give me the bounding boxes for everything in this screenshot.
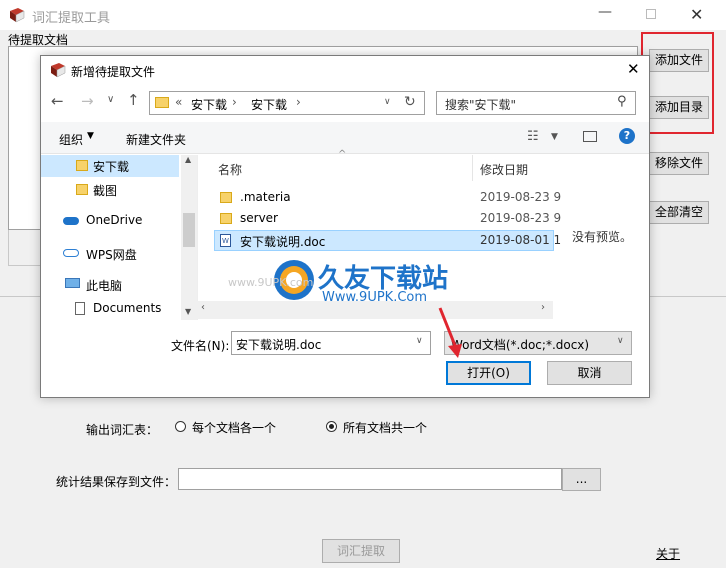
scroll-up-icon[interactable]: ▲ xyxy=(185,155,191,164)
main-title-bar: 词汇提取工具 — ✕ xyxy=(0,0,726,30)
document-icon xyxy=(75,302,85,315)
file-name: .materia xyxy=(240,190,291,204)
file-name: server xyxy=(240,211,278,225)
view-options-icon[interactable]: ☷ xyxy=(527,129,539,144)
file-row[interactable]: server 2019-08-23 9 xyxy=(214,209,561,229)
folder-icon xyxy=(220,213,232,224)
address-dropdown-icon[interactable]: ∨ xyxy=(384,97,391,107)
file-date: 2019-08-23 9 xyxy=(480,211,562,225)
history-chevron-icon[interactable]: ∨ xyxy=(107,94,114,105)
radio-each-doc-label[interactable]: 每个文档各一个 xyxy=(192,419,276,436)
column-divider xyxy=(472,155,473,181)
browse-button[interactable]: ... xyxy=(562,468,601,491)
red-arrow-icon xyxy=(438,307,462,358)
breadcrumb-item[interactable]: 安下载 xyxy=(191,96,227,113)
breadcrumb-prefix: « xyxy=(175,95,183,109)
folder-icon xyxy=(155,97,169,108)
scroll-left-icon[interactable]: ‹ xyxy=(201,302,205,313)
word-doc-icon: W xyxy=(220,234,231,247)
new-folder-button[interactable]: 新建文件夹 xyxy=(126,131,186,148)
tree-item-this-pc[interactable]: 此电脑 xyxy=(86,277,122,294)
add-directory-button[interactable]: 添加目录 xyxy=(649,96,709,119)
radio-all-docs[interactable] xyxy=(326,421,337,432)
filename-dropdown-icon[interactable]: ∨ xyxy=(416,336,423,346)
up-arrow-icon[interactable]: ↑ xyxy=(127,91,140,109)
tree-item-downloads[interactable]: 安下载 xyxy=(93,158,129,175)
add-file-button[interactable]: 添加文件 xyxy=(649,49,709,72)
cloud-icon xyxy=(63,249,79,257)
help-icon[interactable]: ? xyxy=(619,128,635,144)
app-title: 词汇提取工具 xyxy=(32,11,111,26)
cancel-button[interactable]: 取消 xyxy=(547,361,632,385)
search-placeholder: 搜索"安下载" xyxy=(445,98,517,112)
view-dropdown-icon[interactable]: ▼ xyxy=(551,132,558,142)
save-label: 统计结果保存到文件： xyxy=(56,475,177,489)
about-link[interactable]: 关于 xyxy=(656,545,680,562)
tree-item-wps[interactable]: WPS网盘 xyxy=(86,246,137,263)
dialog-book-icon xyxy=(51,63,66,78)
breadcrumb-sep-icon: › xyxy=(296,95,301,109)
tree-scrollbar[interactable]: ▲ ▼ xyxy=(181,155,197,320)
no-preview-text: 没有预览。 xyxy=(572,230,633,244)
filetype-dropdown-icon[interactable]: ∨ xyxy=(617,336,624,346)
back-arrow-icon[interactable]: ← xyxy=(51,92,64,110)
preview-pane-icon[interactable] xyxy=(583,131,597,142)
output-label: 输出词汇表： xyxy=(86,423,159,437)
file-row[interactable]: .materia 2019-08-23 9 xyxy=(214,188,561,208)
clear-all-button[interactable]: 全部清空 xyxy=(649,201,709,224)
folder-icon xyxy=(220,192,232,203)
filename-value: 安下载说明.doc xyxy=(236,338,322,352)
open-button[interactable]: 打开(O) xyxy=(446,361,531,385)
remove-file-button[interactable]: 移除文件 xyxy=(649,152,709,175)
sort-arrow-icon: ^ xyxy=(338,149,347,160)
breadcrumb-item[interactable]: 安下载 xyxy=(251,96,287,113)
scroll-down-icon[interactable]: ▼ xyxy=(185,307,191,316)
scroll-right-icon[interactable]: › xyxy=(541,302,545,313)
breadcrumb-sep-icon: › xyxy=(232,95,237,109)
column-name[interactable]: 名称 xyxy=(218,161,242,178)
tree-item-documents[interactable]: Documents xyxy=(93,301,161,315)
file-row-selected[interactable]: W 安下载说明.doc 2019-08-01 1 xyxy=(214,230,561,251)
navigation-tree: 安下载 截图 OneDrive WPS网盘 此电脑 Documents xyxy=(41,155,197,320)
tree-item-onedrive[interactable]: OneDrive xyxy=(86,213,142,227)
dialog-close-button[interactable]: ✕ xyxy=(627,60,640,78)
watermark-faint: www.9UPK.com xyxy=(228,276,314,289)
folder-icon xyxy=(76,160,88,171)
cloud-icon xyxy=(63,217,79,225)
folder-icon xyxy=(76,184,88,195)
dialog-title: 新增待提取文件 xyxy=(71,65,156,79)
organize-menu[interactable]: 组织 xyxy=(59,131,83,148)
file-name: 安下载说明.doc xyxy=(240,235,326,249)
watermark-url: Www.9UPK.Com xyxy=(322,290,428,305)
app-book-icon xyxy=(10,8,25,23)
maximize-button[interactable] xyxy=(646,9,656,19)
computer-icon xyxy=(65,278,80,288)
column-date[interactable]: 修改日期 xyxy=(480,161,528,178)
search-input[interactable]: 搜索"安下载" ⚲ xyxy=(436,91,636,115)
tree-scroll-thumb[interactable] xyxy=(183,213,195,247)
file-dialog: 新增待提取文件 ✕ ← → ∨ ↑ « 安下载 › 安下载 › ∨ ↻ 搜索"安… xyxy=(40,55,650,398)
organize-dropdown-icon[interactable]: ▼ xyxy=(87,131,94,141)
radio-all-docs-label[interactable]: 所有文档共一个 xyxy=(343,419,427,436)
extract-button[interactable]: 词汇提取 xyxy=(322,539,400,563)
file-date: 2019-08-23 9 xyxy=(480,190,562,204)
tree-item-screenshots[interactable]: 截图 xyxy=(93,182,117,199)
radio-each-doc[interactable] xyxy=(175,421,186,432)
save-path-input[interactable] xyxy=(178,468,562,490)
filename-label: 文件名(N): xyxy=(171,339,230,353)
close-button[interactable]: ✕ xyxy=(690,5,703,24)
forward-arrow-icon[interactable]: → xyxy=(81,92,94,110)
filename-input[interactable]: 安下载说明.doc ∨ xyxy=(231,331,431,355)
address-bar[interactable]: « 安下载 › 安下载 › ∨ ↻ xyxy=(149,91,425,115)
search-icon[interactable]: ⚲ xyxy=(617,94,627,109)
minimize-button[interactable]: — xyxy=(598,4,612,20)
file-date: 2019-08-01 1 xyxy=(480,233,562,247)
refresh-icon[interactable]: ↻ xyxy=(404,94,416,110)
